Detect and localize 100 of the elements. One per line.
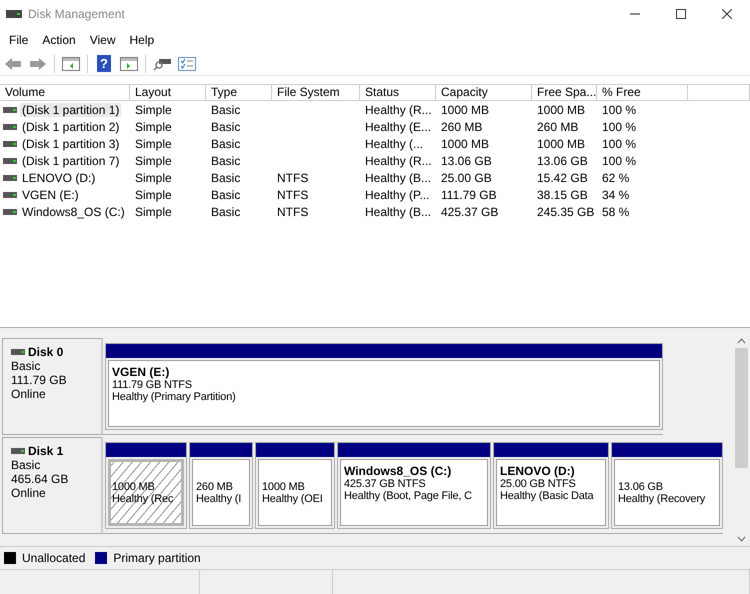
partition-size: 1000 MB	[112, 480, 156, 492]
table-cell: 260 MB	[537, 120, 578, 134]
column-header[interactable]: Status	[360, 84, 436, 101]
partition-status: Healthy (Rec	[112, 492, 174, 504]
disk-name: Disk 1	[28, 444, 64, 458]
table-cell: 1000 MB	[441, 102, 490, 116]
table-cell[interactable]: (Disk 1 partition 1)	[20, 102, 122, 116]
table-cell: Simple	[135, 120, 172, 134]
table-cell[interactable]: VGEN (E:)	[20, 188, 81, 202]
disk-type: Basic	[11, 359, 42, 373]
table-cell[interactable]: Windows8_OS (C:)	[20, 204, 127, 218]
help-button[interactable]: ?	[97, 55, 111, 72]
partition-block[interactable]: 260 MB Healthy (I	[189, 442, 253, 529]
table-cell: 425.37 GB	[441, 204, 498, 218]
scroll-down-icon[interactable]	[737, 536, 746, 542]
menu-item[interactable]: Action	[35, 33, 83, 47]
partition-size: 1000 MB	[262, 480, 306, 492]
table-cell: Healthy (B...	[365, 204, 432, 218]
partition-block[interactable]: Windows8_OS (C:) 425.37 GB NTFS Healthy (Boot, Page File, C	[337, 442, 491, 529]
table-cell: Basic	[211, 170, 240, 184]
table-cell: Simple	[135, 136, 172, 150]
table-cell: Healthy (R...	[365, 102, 432, 116]
table-cell: 260 MB	[441, 120, 482, 134]
disk-size: 465.64 GB	[11, 472, 70, 486]
table-cell: 111.79 GB	[441, 188, 497, 202]
table-cell: 100 %	[602, 102, 636, 116]
table-cell: Healthy (R...	[365, 154, 432, 168]
table-cell: 34 %	[602, 188, 630, 202]
table-cell: 13.06 GB	[441, 154, 492, 168]
table-cell: 245.35 GB	[537, 204, 594, 218]
table-cell: Simple	[135, 204, 172, 218]
legend-label: Unallocated	[22, 551, 86, 565]
table-cell: Basic	[211, 188, 240, 202]
partition-size: 25.00 GB NTFS	[500, 478, 577, 490]
table-cell: Simple	[135, 170, 172, 184]
partition-label: LENOVO (D:)	[500, 464, 576, 478]
table-cell: Basic	[211, 204, 240, 218]
partition-block[interactable]: 13.06 GB Healthy (Recovery	[611, 442, 723, 529]
disk-name: Disk 0	[28, 345, 64, 359]
column-header[interactable]: % Free	[597, 84, 688, 101]
table-cell: 58 %	[602, 204, 630, 218]
partition-block[interactable]: 1000 MB Healthy (Rec	[105, 442, 187, 529]
column-header[interactable]: Type	[206, 84, 272, 101]
table-cell: 1000 MB	[537, 102, 586, 116]
table-cell[interactable]: (Disk 1 partition 3)	[20, 136, 122, 150]
table-cell: 13.06 GB	[537, 154, 588, 168]
partition-label: Windows8_OS (C:)	[344, 464, 452, 478]
partition-size: 111.79 GB NTFS	[112, 379, 193, 391]
partition-block[interactable]: VGEN (E:) 111.79 GB NTFS Healthy (Primary Partition)	[105, 343, 663, 430]
table-cell: 1000 MB	[537, 136, 586, 150]
column-header[interactable]: Capacity	[436, 84, 532, 101]
menu-item[interactable]: View	[82, 33, 122, 47]
partition-bar	[190, 443, 252, 457]
table-cell: Healthy (P...	[365, 188, 430, 202]
disk-state: Online	[11, 486, 47, 500]
table-cell: Healthy (B...	[365, 170, 432, 184]
table-cell[interactable]: (Disk 1 partition 7)	[20, 154, 122, 168]
column-header[interactable]: Layout	[130, 84, 206, 101]
table-cell: NTFS	[277, 204, 308, 218]
column-header[interactable]: File System	[272, 84, 360, 101]
disk-size: 111.79 GB	[11, 373, 68, 387]
table-cell: Basic	[211, 136, 240, 150]
table-cell: 62 %	[602, 170, 630, 184]
disk-info-panel[interactable]: Disk 1 Basic 465.64 GB Online	[2, 437, 103, 534]
table-cell: Healthy (E...	[365, 120, 432, 134]
maximize-icon	[676, 9, 686, 19]
table-cell: 15.42 GB	[537, 170, 588, 184]
disk-state: Online	[11, 387, 47, 401]
table-cell: 1000 MB	[441, 136, 490, 150]
partition-status: Healthy (Basic Data	[500, 490, 595, 502]
partition-block[interactable]: 1000 MB Healthy (OEI	[255, 442, 335, 529]
disk-info-panel[interactable]: Disk 0 Basic 111.79 GB Online	[2, 338, 103, 435]
table-cell: 100 %	[602, 154, 636, 168]
menu-item[interactable]: File	[2, 33, 36, 47]
partition-size: 13.06 GB	[618, 480, 664, 492]
partition-status: Healthy (OEI	[262, 492, 324, 504]
table-cell: NTFS	[277, 188, 308, 202]
column-header[interactable]: Free Spa...	[532, 84, 597, 101]
table-cell: NTFS	[277, 170, 308, 184]
table-cell[interactable]: LENOVO (D:)	[20, 170, 98, 184]
table-cell[interactable]: (Disk 1 partition 2)	[20, 120, 122, 134]
partition-status: Healthy (Recovery	[618, 492, 706, 504]
partition-status: Healthy (Primary Partition)	[112, 391, 237, 403]
table-cell: Basic	[211, 102, 240, 116]
table-cell: 100 %	[602, 136, 636, 150]
table-cell: 25.00 GB	[441, 170, 492, 184]
scroll-up-icon[interactable]	[737, 338, 746, 344]
column-header[interactable]: Volume	[0, 84, 130, 101]
table-cell: 38.15 GB	[537, 188, 588, 202]
partition-size: 425.37 GB NTFS	[344, 478, 427, 490]
table-cell: Basic	[211, 120, 240, 134]
legend-label: Primary partition	[113, 551, 201, 565]
partition-status: Healthy (Boot, Page File, C	[344, 490, 473, 502]
table-cell: Simple	[135, 102, 172, 116]
disk-type: Basic	[11, 458, 42, 472]
menu-item[interactable]: Help	[122, 33, 162, 47]
app-icon	[6, 8, 22, 20]
table-cell: 100 %	[602, 120, 636, 134]
window-title: Disk Management	[28, 7, 125, 21]
partition-block[interactable]: LENOVO (D:) 25.00 GB NTFS Healthy (Basic Data	[493, 442, 609, 529]
